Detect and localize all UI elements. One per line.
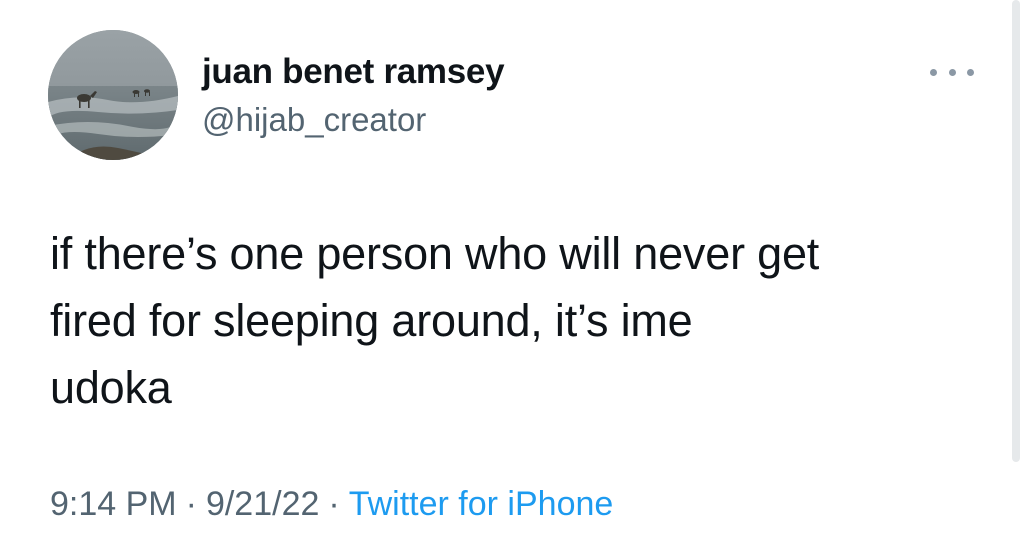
more-dot bbox=[948, 68, 956, 76]
avatar[interactable] bbox=[48, 30, 178, 160]
scrollbar[interactable] bbox=[1012, 0, 1020, 462]
more-dot bbox=[930, 68, 937, 76]
author-handle[interactable]: @hijab_creator bbox=[202, 101, 426, 139]
meta-separator: · bbox=[328, 485, 340, 523]
tweet-meta: 9:14 PM · 9/21/22 · Twitter for iPhone bbox=[50, 485, 613, 524]
more-options-icon[interactable] bbox=[930, 62, 974, 82]
more-dot bbox=[967, 68, 974, 76]
tweet-date[interactable]: 9/21/22 bbox=[206, 485, 319, 523]
beach-camel-avatar-icon bbox=[48, 30, 178, 160]
tweet-text: if there’s one person who will never get… bbox=[50, 228, 820, 413]
author-display-name[interactable]: juan benet ramsey bbox=[202, 52, 505, 92]
tweet-source-link[interactable]: Twitter for iPhone bbox=[349, 485, 614, 523]
tweet-time[interactable]: 9:14 PM bbox=[50, 485, 177, 523]
meta-separator: · bbox=[185, 485, 197, 523]
tweet-card: juan benet ramsey @hijab_creator if ther… bbox=[0, 0, 1024, 559]
